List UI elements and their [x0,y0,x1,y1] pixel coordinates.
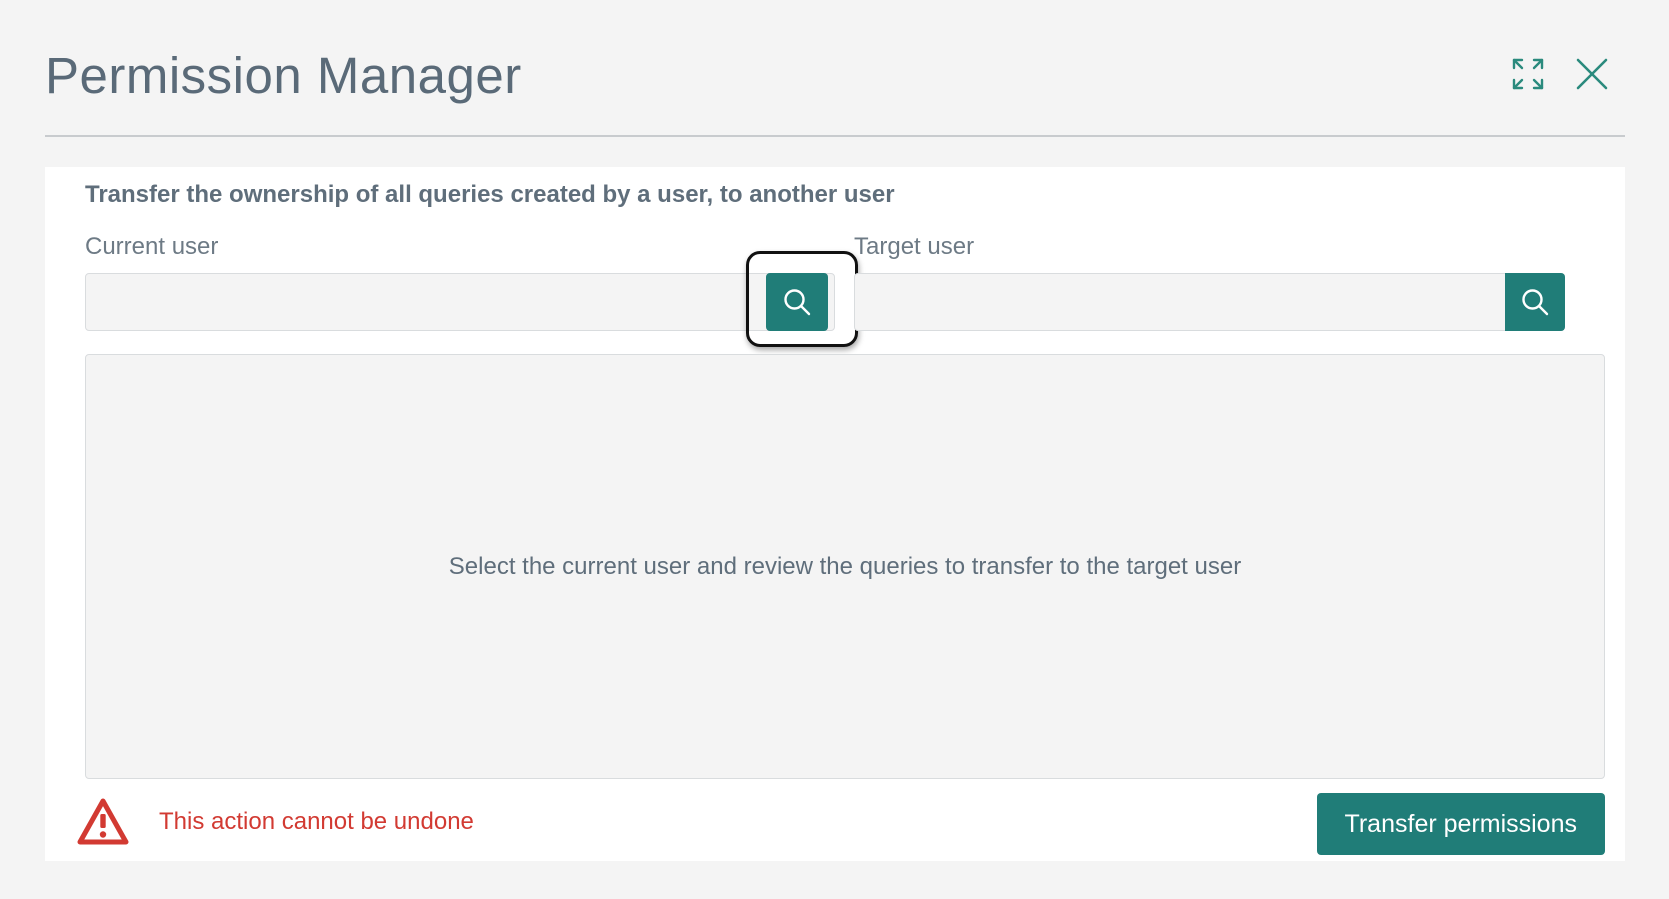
search-icon [784,289,811,316]
queries-results-area: Select the current user and review the q… [85,354,1605,779]
current-user-search [85,273,835,331]
current-user-input[interactable] [86,274,766,330]
target-user-label: Target user [854,233,975,260]
close-button[interactable] [1573,55,1611,93]
target-user-input[interactable] [855,274,1505,330]
dialog-title: Permission Manager [45,47,522,104]
header-divider [45,135,1625,137]
current-user-label: Current user [85,233,219,260]
transfer-panel: Transfer the ownership of all queries cr… [45,167,1625,861]
current-user-search-button[interactable] [766,273,828,331]
warning-text: This action cannot be undone [159,808,474,835]
search-icon [1522,289,1549,316]
warning-notice: This action cannot be undone [77,797,474,847]
panel-description: Transfer the ownership of all queries cr… [85,181,895,208]
target-user-search [854,273,1565,331]
transfer-permissions-button[interactable]: Transfer permissions [1316,793,1605,855]
target-user-search-button[interactable] [1505,273,1565,331]
header-actions [1509,55,1611,93]
permission-manager-dialog: Permission Manager Transfer the ownershi… [0,0,1669,899]
expand-button[interactable] [1509,55,1547,93]
empty-state-message: Select the current user and review the q… [448,552,1242,580]
close-x-icon [1576,58,1608,90]
expand-arrows-icon [1512,58,1544,90]
warning-triangle-icon [77,798,129,845]
